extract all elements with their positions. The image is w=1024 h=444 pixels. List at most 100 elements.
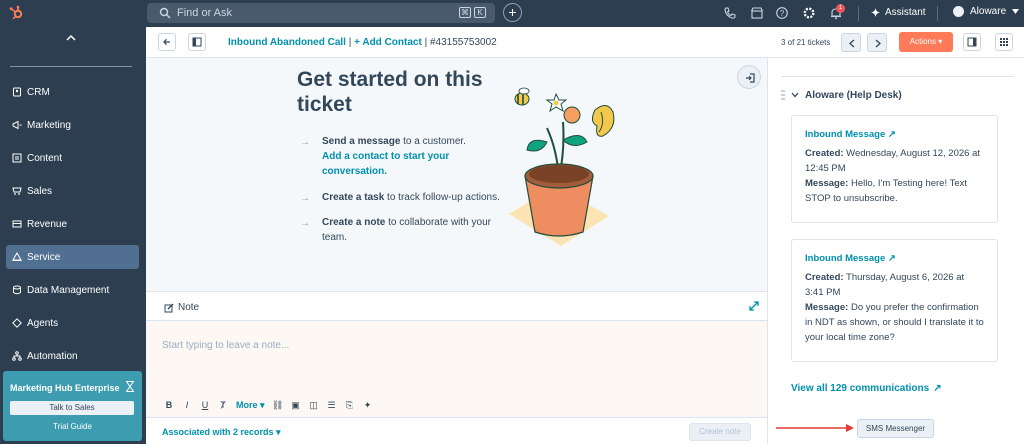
bold-icon[interactable]: B: [164, 400, 174, 410]
settings-gear-icon[interactable]: [802, 6, 816, 20]
chevron-up-icon[interactable]: [64, 33, 78, 43]
italic-icon[interactable]: I: [182, 400, 192, 410]
sidebar-item-label: Sales: [27, 185, 53, 197]
trial-promo-card: Marketing Hub Enterprise Talk to Sales T…: [3, 371, 142, 441]
drag-handle-icon[interactable]: [781, 89, 785, 101]
view-all-communications-link[interactable]: View all 129 communications ↗: [791, 383, 942, 394]
back-button[interactable]: [158, 33, 176, 51]
record-count: 3 of 21 tickets: [781, 38, 831, 47]
sidebar-item-crm[interactable]: CRM: [6, 80, 139, 104]
sidebar-item-revenue[interactable]: Revenue: [6, 212, 139, 236]
associated-records-dropdown[interactable]: Associated with 2 records ▾: [162, 427, 281, 438]
note-tab[interactable]: Note: [164, 302, 199, 313]
service-icon: [12, 252, 22, 261]
underline-icon[interactable]: U: [200, 400, 210, 410]
expand-editor-icon[interactable]: [749, 301, 759, 311]
sidebar-item-label: Service: [27, 251, 61, 263]
communication-card: Inbound Message ↗ Created: Wednesday, Au…: [791, 115, 998, 223]
sidebar-item-label: Revenue: [27, 218, 68, 230]
step-action[interactable]: Send a message: [322, 136, 400, 147]
ai-sparkle-icon[interactable]: ✦: [363, 400, 373, 410]
snippet-icon[interactable]: ☰: [327, 400, 337, 410]
arrow-right-icon: →: [300, 193, 310, 204]
divider: [937, 6, 938, 21]
create-note-button[interactable]: Create note: [689, 423, 751, 441]
inbound-message-link[interactable]: Inbound Message ↗: [805, 251, 984, 266]
sidebar-item-automation[interactable]: Automation: [6, 344, 139, 368]
plant-pot-illustration: [509, 87, 615, 246]
inbound-message-link[interactable]: Inbound Message ↗: [805, 127, 984, 142]
image-icon[interactable]: ▣: [291, 400, 301, 410]
divider: [858, 6, 859, 21]
arrow-right-icon: →: [300, 218, 310, 229]
attachment-icon[interactable]: ⎘: [345, 400, 355, 410]
note-formatting-toolbar: B I U Ⱦ More ▾ ⛓ ▣ ◫ ☰ ⎘ ✦: [164, 399, 373, 411]
apps-grid-button[interactable]: [995, 33, 1013, 51]
ticket-name-link[interactable]: Inbound Abandoned Call: [228, 37, 346, 48]
note-text-editor[interactable]: Start typing to leave a note... B I U Ⱦ …: [146, 322, 767, 416]
sms-messenger-button[interactable]: SMS Messenger: [857, 419, 934, 438]
agents-icon: [12, 318, 22, 328]
trial-guide-link[interactable]: Trial Guide: [3, 422, 142, 431]
assistant-button[interactable]: Assistant: [871, 7, 926, 18]
breadcrumb: Inbound Abandoned Call | + Add Contact |…: [228, 37, 497, 48]
chevron-down-icon: [791, 92, 799, 98]
hubspot-logo-icon[interactable]: [8, 5, 24, 21]
marketplace-icon[interactable]: [750, 6, 764, 20]
revenue-icon: [12, 220, 22, 228]
actions-dropdown-button[interactable]: Actions ▾: [899, 32, 953, 52]
step-action[interactable]: Create a note: [322, 217, 385, 228]
external-link-icon: ↗: [933, 383, 942, 394]
expand-sidebar-button[interactable]: [737, 65, 761, 89]
sidebar-item-sales[interactable]: Sales: [6, 179, 139, 203]
help-desk-section-header[interactable]: Aloware (Help Desk): [781, 89, 902, 101]
toggle-right-panel-button[interactable]: [963, 33, 981, 51]
knowledge-base-icon[interactable]: ◫: [309, 400, 319, 410]
ticket-main-panel: Get started on this ticket → Send a mess…: [146, 58, 767, 444]
top-navigation-bar: Find or Ask ⌘ K + ? 1 Assistant Aloware: [0, 0, 1024, 27]
divider: [781, 76, 1014, 77]
account-menu[interactable]: Aloware: [953, 6, 1020, 17]
sidebar-item-data-management[interactable]: Data Management: [6, 278, 139, 302]
message-label: Message:: [805, 178, 849, 189]
chevron-right-icon: [875, 39, 881, 48]
getting-started-title: Get started on this ticket: [297, 68, 483, 116]
sidebar-item-agents[interactable]: Agents: [6, 311, 139, 335]
panel-left-icon: [192, 37, 202, 47]
add-contact-link[interactable]: + Add Contact: [354, 37, 422, 48]
sidebar-item-service[interactable]: Service: [6, 245, 139, 269]
toggle-left-panel-button[interactable]: [188, 33, 206, 51]
help-icon[interactable]: ?: [775, 6, 789, 20]
sidebar-item-label: Data Management: [27, 284, 110, 296]
pencil-edit-icon: [164, 303, 174, 312]
previous-record-button[interactable]: [841, 33, 861, 52]
clear-format-icon[interactable]: Ⱦ: [218, 400, 228, 410]
getting-started-step-note: → Create a note to collaborate with your…: [300, 215, 500, 245]
note-placeholder: Start typing to leave a note...: [162, 340, 290, 351]
assistant-label: Assistant: [885, 7, 926, 18]
avatar: [953, 6, 964, 17]
talk-to-sales-button[interactable]: Talk to Sales: [10, 401, 134, 415]
hourglass-icon: [126, 381, 134, 392]
created-label: Created:: [805, 272, 844, 283]
more-formatting-button[interactable]: More ▾: [236, 400, 265, 410]
step-description: to track follow-up actions.: [384, 192, 500, 203]
keyboard-shortcut-cmd: ⌘: [459, 7, 471, 18]
sidebar-item-label: Content: [27, 152, 63, 164]
link-icon[interactable]: ⛓: [272, 400, 283, 410]
step-description: to a customer.: [400, 136, 466, 147]
step-action[interactable]: Create a task: [322, 192, 384, 203]
sidebar-divider: [10, 66, 132, 67]
add-contact-conversation-link[interactable]: Add a contact to start your conversation…: [322, 151, 449, 177]
phone-icon[interactable]: [723, 6, 737, 20]
search-placeholder: Find or Ask: [177, 7, 233, 19]
sidebar-item-label: Marketing: [27, 119, 71, 131]
next-record-button[interactable]: [867, 33, 887, 52]
automation-icon: [12, 351, 22, 361]
global-search-input[interactable]: Find or Ask ⌘ K: [147, 3, 495, 23]
create-new-button[interactable]: +: [503, 3, 522, 22]
sidebar-item-marketing[interactable]: Marketing: [6, 113, 139, 137]
sidebar-item-content[interactable]: Content: [6, 146, 139, 170]
section-title: Aloware (Help Desk): [805, 89, 902, 101]
arrow-right-icon: →: [300, 137, 310, 148]
